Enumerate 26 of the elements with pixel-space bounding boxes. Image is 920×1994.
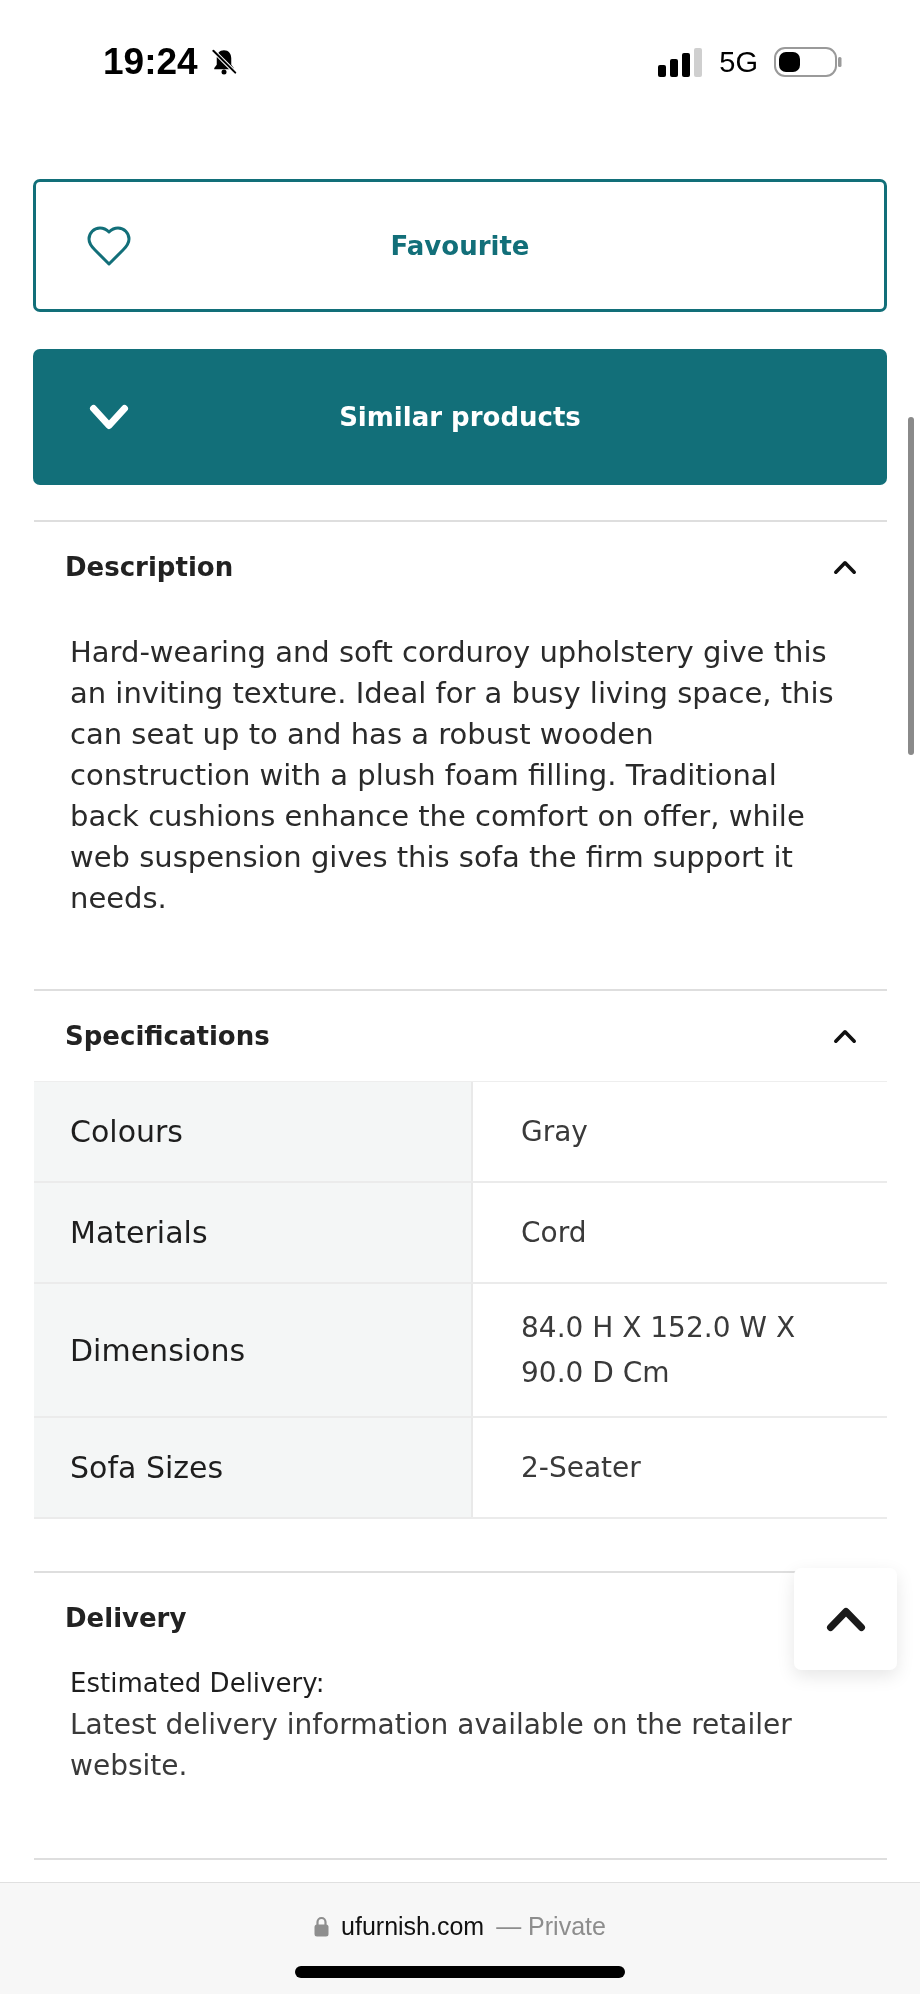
spec-label-cell: Dimensions: [34, 1284, 473, 1416]
description-text: Hard-wearing and soft corduroy upholstery give this an inviting texture. Ideal for a busy living space, this can seat up to and has a robust wooden construction with a plush foam filling. Traditional back cushions enhance the comfort on offer, while web suspension gives this sofa the firm support it needs.: [70, 634, 835, 917]
network-label: 5G: [719, 45, 758, 79]
favourite-button[interactable]: Favourite: [33, 179, 887, 312]
chevron-up-icon: [825, 1606, 866, 1632]
accordion-header[interactable]: Delivery: [34, 1573, 774, 1663]
spec-value: 84.0 H X 152.0 W X 90.0 D Cm: [521, 1310, 797, 1391]
spec-value: 2-Seater: [521, 1450, 641, 1486]
lock-icon: [314, 1915, 330, 1937]
delivery-subtitle: Estimated Delivery:: [70, 1667, 325, 1700]
spec-label-cell: Sofa Sizes: [34, 1418, 473, 1517]
battery-icon: [774, 47, 842, 77]
accordion-header[interactable]: Description: [34, 522, 887, 612]
heart-icon: [87, 225, 131, 266]
spec-value: Cord: [521, 1215, 587, 1251]
delivery-text: Latest delivery information available on the retailer website.: [70, 1707, 793, 1784]
url-text[interactable]: ufurnish.com: [341, 1911, 485, 1941]
private-label: — Private: [496, 1911, 606, 1941]
accordion-header[interactable]: Specifications: [34, 991, 887, 1081]
back-to-top-button[interactable]: [794, 1568, 897, 1670]
status-time: 19:24: [103, 41, 198, 83]
signal-icon: [658, 47, 704, 77]
spec-label-cell: Colours: [34, 1082, 473, 1181]
spec-label-cell: Materials: [34, 1183, 473, 1282]
similar-products-button[interactable]: Similar products: [33, 349, 887, 485]
spec-value: Gray: [521, 1114, 588, 1150]
